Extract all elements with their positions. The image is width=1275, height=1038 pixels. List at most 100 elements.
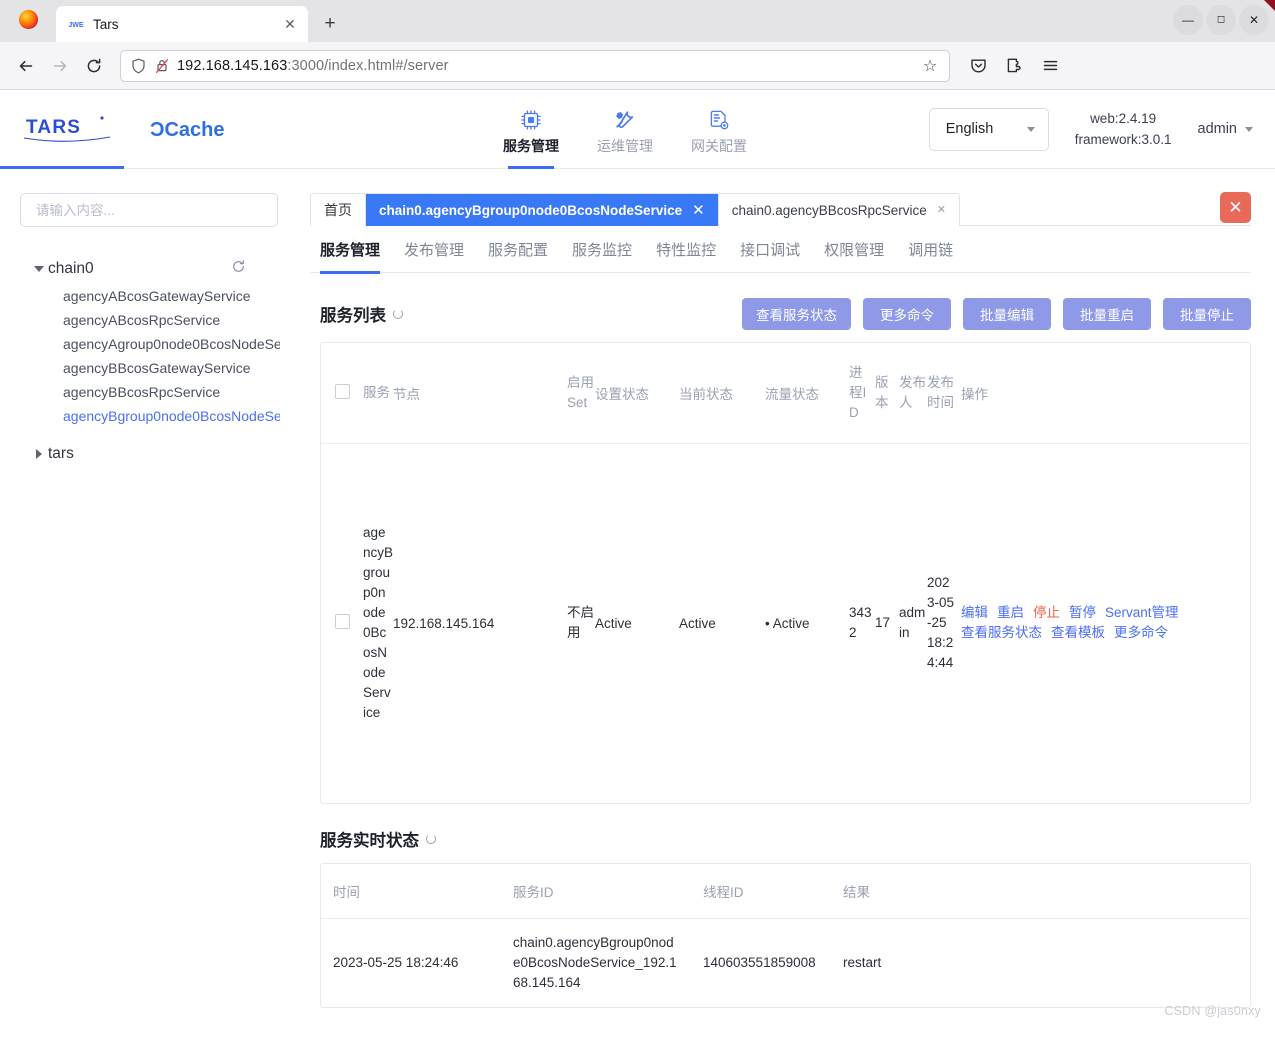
cell-flow-status: Active xyxy=(765,442,849,803)
page-tabs: 首页 chain0.agencyBgroup0node0BcosNodeServ… xyxy=(310,193,961,226)
flow-status-value: Active xyxy=(765,616,810,631)
tree-leaf-service[interactable]: agencyBBcosGatewayService xyxy=(20,356,280,380)
page-tab-close-icon[interactable]: ✕ xyxy=(937,204,946,216)
browser-tab-close-icon[interactable]: ✕ xyxy=(280,14,300,34)
tab-call-chain[interactable]: 调用链 xyxy=(908,226,953,273)
reload-icon[interactable] xyxy=(78,50,110,82)
page-tab-rpc-service[interactable]: chain0.agencyBBcosRpcService ✕ xyxy=(719,194,959,226)
tab-service-management[interactable]: 服务管理 xyxy=(320,226,381,274)
col-thread-id: 线程ID xyxy=(703,884,744,900)
top-nav: 服务管理 运维管理 网关配置 xyxy=(500,90,750,169)
nav-item-service-management[interactable]: 服务管理 xyxy=(500,90,562,169)
tab-service-monitor[interactable]: 服务监控 xyxy=(572,226,632,273)
app-body: chain0 agencyABcosGatewayService agencyA… xyxy=(0,169,1275,1028)
op-edit-link[interactable]: 编辑 xyxy=(961,605,988,620)
tree-node-chain0[interactable]: chain0 xyxy=(20,253,280,284)
corner-marker xyxy=(1264,0,1275,11)
col-select xyxy=(321,343,363,443)
tab-service-config[interactable]: 服务配置 xyxy=(488,226,548,273)
more-commands-button[interactable]: 更多命令 xyxy=(863,298,951,330)
search-input[interactable] xyxy=(34,201,264,219)
row-checkbox[interactable] xyxy=(334,614,350,630)
bookmark-star-icon[interactable]: ☆ xyxy=(919,55,941,77)
batch-restart-button[interactable]: 批量重启 xyxy=(1063,298,1151,330)
extensions-icon[interactable] xyxy=(998,50,1030,82)
col-current-status: 当前状态 xyxy=(679,386,733,402)
op-view-template-link[interactable]: 查看模板 xyxy=(1051,625,1105,640)
header-right: English web:2.4.19 framework:3.0.1 admin xyxy=(928,107,1253,151)
svg-text:JWE: JWE xyxy=(68,22,84,29)
col-flow-status: 流量状态 xyxy=(765,386,819,402)
tree-leaf-service[interactable]: agencyBBcosRpcService xyxy=(20,380,280,404)
col-publisher: 发布人 xyxy=(899,374,926,410)
nav-item-ops-management[interactable]: 运维管理 xyxy=(594,90,656,168)
cell-service-id: chain0.agencyBgroup0node0BcosNodeService… xyxy=(501,917,691,1007)
table-row: agencyBgroup0node0BcosNodeService 192.16… xyxy=(321,442,1250,803)
op-stop-link[interactable]: 停止 xyxy=(1033,605,1060,620)
tree-leaf-service-selected[interactable]: agencyBgroup0node0BcosNodeSe... xyxy=(20,404,280,428)
cell-set-status: Active xyxy=(595,442,679,803)
view-service-status-button[interactable]: 查看服务状态 xyxy=(742,298,851,330)
tree-node-tars[interactable]: tars xyxy=(20,438,280,469)
cell-time: 2023-05-25 18:24:46 xyxy=(321,917,501,1007)
close-all-tabs-button[interactable]: ✕ xyxy=(1220,192,1251,223)
page-tab-active[interactable]: chain0.agencyBgroup0node0BcosNodeService… xyxy=(366,194,719,226)
svg-text:ƆCache: ƆCache xyxy=(150,119,224,141)
app-header: TARS ƆCache 服务管理 运维管理 网关配置 English web:2… xyxy=(0,90,1275,169)
user-menu[interactable]: admin xyxy=(1198,121,1253,137)
url-text[interactable]: 192.168.145.163:3000/index.html#/server xyxy=(177,58,912,74)
tab-permission-management[interactable]: 权限管理 xyxy=(824,226,884,273)
op-pause-link[interactable]: 暂停 xyxy=(1069,605,1096,620)
tree-leaf-service[interactable]: agencyABcosGatewayService xyxy=(20,284,280,308)
back-icon[interactable] xyxy=(10,50,42,82)
chevron-right-icon[interactable] xyxy=(30,448,48,459)
op-more-commands-link[interactable]: 更多命令 xyxy=(1114,625,1168,640)
batch-edit-button[interactable]: 批量编辑 xyxy=(963,298,1051,330)
op-servant-management-link[interactable]: Servant管理 xyxy=(1105,605,1179,620)
realtime-title-group: 服务实时状态 xyxy=(320,827,436,851)
cell-current-status: Active xyxy=(679,442,765,803)
nav-item-gateway-config[interactable]: 网关配置 xyxy=(688,90,750,168)
browser-tab[interactable]: JWE Tars ✕ xyxy=(56,6,308,42)
refresh-icon[interactable] xyxy=(231,259,246,279)
url-bar[interactable]: 192.168.145.163:3000/index.html#/server … xyxy=(120,49,950,82)
browser-tabstrip: JWE Tars ✕ + — ◻ ✕ xyxy=(0,0,1275,42)
app-menu-icon[interactable] xyxy=(1034,50,1066,82)
service-list-actions: 查看服务状态 更多命令 批量编辑 批量重启 批量停止 xyxy=(742,298,1251,330)
op-view-status-link[interactable]: 查看服务状态 xyxy=(961,625,1042,640)
tree-leaf-service[interactable]: agencyAgroup0node0BcosNodeSe... xyxy=(20,332,280,356)
page-tab-close-icon[interactable]: ✕ xyxy=(692,203,705,218)
loading-spinner-icon xyxy=(426,834,436,844)
select-all-checkbox[interactable] xyxy=(334,383,350,399)
new-tab-button[interactable]: + xyxy=(314,8,346,40)
window-maximize-button[interactable]: ◻ xyxy=(1206,5,1236,35)
op-restart-link[interactable]: 重启 xyxy=(997,605,1024,620)
section-title: 服务实时状态 xyxy=(320,832,419,850)
batch-stop-button[interactable]: 批量停止 xyxy=(1163,298,1251,330)
window-minimize-button[interactable]: — xyxy=(1173,5,1203,35)
tab-release-management[interactable]: 发布管理 xyxy=(404,226,464,273)
tab-property-monitor[interactable]: 特性监控 xyxy=(656,226,716,273)
page-tab-home[interactable]: 首页 xyxy=(311,194,366,226)
sidebar-search[interactable] xyxy=(20,193,278,227)
cell-publisher: admin xyxy=(899,442,927,803)
cell-node-ip[interactable]: 192.168.145.164 xyxy=(393,442,567,803)
realtime-table-wrap: 时间 服务ID 线程ID 结果 2023-05-25 18:24:46 chai… xyxy=(320,863,1251,1008)
service-list-header: 服务列表 查看服务状态 更多命令 批量编辑 批量重启 批量停止 xyxy=(320,297,1251,331)
cell-service-name[interactable]: agencyBgroup0node0BcosNodeService xyxy=(363,442,393,803)
cell-process-id: 3432 xyxy=(849,442,875,803)
chevron-down-icon[interactable] xyxy=(30,265,48,272)
nav-label: 服务管理 xyxy=(503,138,559,154)
tree-leaf-service[interactable]: agencyABcosRpcService xyxy=(20,308,280,332)
save-to-pocket-icon[interactable] xyxy=(962,50,994,82)
window-controls: — ◻ ✕ xyxy=(1173,5,1269,35)
shield-icon xyxy=(129,57,147,75)
col-set-status: 设置状态 xyxy=(595,386,649,402)
language-selector[interactable]: English xyxy=(928,107,1049,151)
tars-logo[interactable]: TARS xyxy=(22,112,114,146)
browser-navbar: 192.168.145.163:3000/index.html#/server … xyxy=(0,42,1275,90)
watermark: CSDN @jas0nxy xyxy=(1164,1004,1261,1018)
dcache-logo[interactable]: ƆCache xyxy=(148,114,256,144)
sub-tabs: 服务管理 发布管理 服务配置 服务监控 特性监控 接口调试 权限管理 调用链 xyxy=(310,226,1251,274)
tab-interface-debug[interactable]: 接口调试 xyxy=(740,226,800,273)
